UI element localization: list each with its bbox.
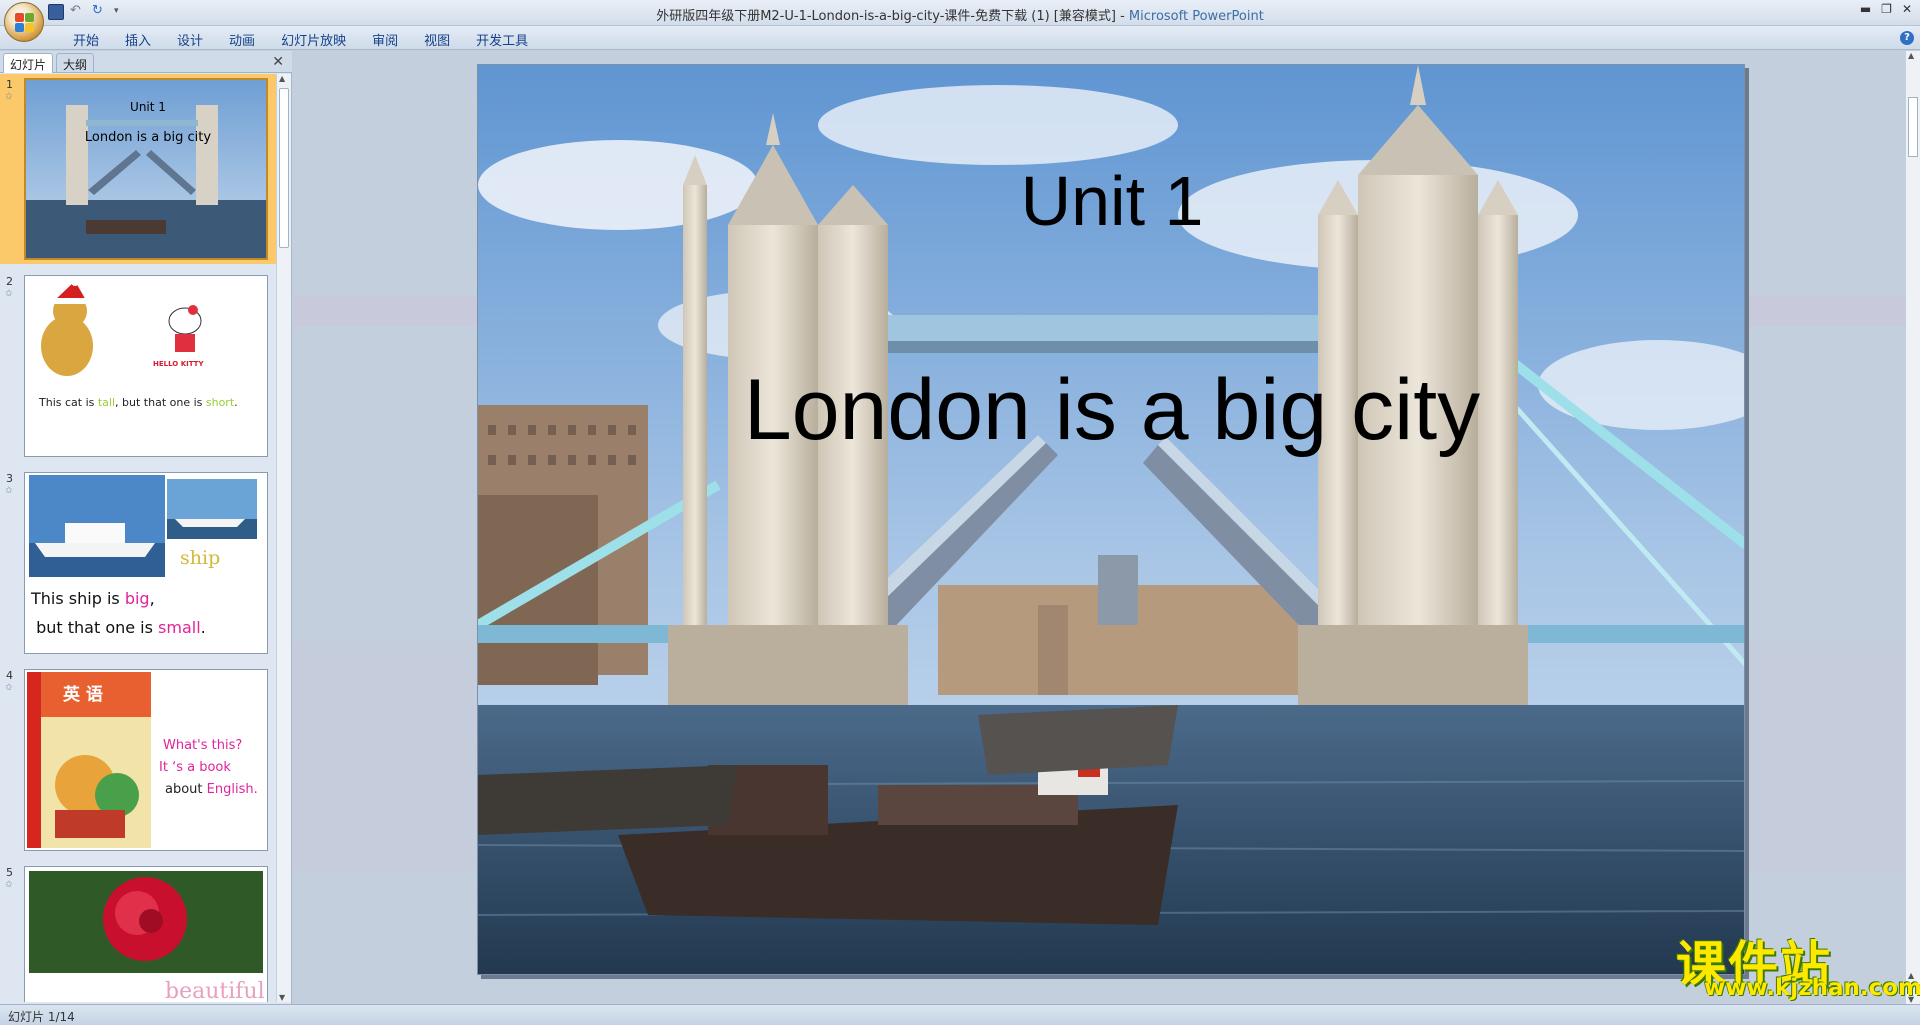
restore-icon[interactable]: ❐ [1881, 2, 1892, 16]
slide-counter: 幻灯片 1/14 [8, 1010, 75, 1024]
caption-part: about [165, 782, 207, 797]
caption-part: , [149, 589, 155, 608]
ribbon-tab-bar: 开始 插入 设计 动画 幻灯片放映 审阅 视图 开发工具 ? [0, 26, 1920, 50]
caption-part: . [200, 618, 206, 637]
current-slide[interactable]: Unit 1 London is a big city [477, 64, 1745, 975]
cat-illustration [41, 278, 202, 376]
thumb-caption: This cat is tall, but that one is short. [39, 396, 238, 409]
slide-number: 4 [6, 669, 13, 682]
scroll-up-icon[interactable]: ▲ [1908, 51, 1914, 60]
document-name: 外研版四年级下册M2-U-1-London-is-a-big-city-课件-免… [656, 9, 1116, 24]
slide-number: 3 [6, 472, 13, 485]
tab-home[interactable]: 开始 [60, 30, 112, 49]
thumb-word-ship: ship [180, 547, 221, 569]
slide-number: 5 [6, 866, 13, 879]
caption-word-short: short [205, 396, 235, 409]
slide-thumbnail-list: 1 ✩ Unit 1 London is a big city 2 ✩ HELL… [0, 74, 276, 1002]
tab-slides[interactable]: 幻灯片 [3, 53, 54, 73]
window-title: 外研版四年级下册M2-U-1-London-is-a-big-city-课件-免… [0, 5, 1920, 24]
thumbnail-canvas: beautiful [24, 866, 268, 1002]
thumbnail-canvas: HELLO KITTY This cat is tall, but that o… [24, 275, 268, 457]
close-icon[interactable]: ✕ [1902, 2, 1912, 16]
slide-editing-area: Unit 1 London is a big city [293, 51, 1905, 1004]
thumbnail-scrollbar[interactable]: ▲ ▼ [276, 74, 291, 1002]
ribbon-tabs: 开始 插入 设计 动画 幻灯片放映 审阅 视图 开发工具 [60, 30, 541, 49]
scroll-thumb[interactable] [1908, 97, 1918, 157]
caption-part: This cat is [39, 396, 98, 409]
watermark-url: www.kjzhan.com [1704, 975, 1920, 1001]
thumb-title: Unit 1 [130, 100, 166, 114]
kjzhan-watermark: 课件站 www.kjzhan.com [1668, 925, 1920, 1001]
thumb-answer-2: about English. [165, 782, 258, 797]
slide-subtitle[interactable]: London is a big city [478, 361, 1744, 460]
slide-number: 1 [6, 78, 13, 91]
caption-word-small: small [158, 618, 201, 637]
thumb-line-2: but that one is small. [31, 618, 206, 637]
caption-word-big: big [124, 589, 150, 608]
rose-image [29, 871, 263, 973]
help-icon[interactable]: ? [1900, 31, 1914, 45]
thumbnail-canvas: Unit 1 London is a big city [24, 78, 268, 260]
slide-thumbnail-2[interactable]: 2 ✩ HELLO KITTY This cat is tall, but th… [0, 271, 276, 461]
scroll-thumb[interactable] [279, 88, 289, 248]
slides-panel: 幻灯片 大纲 ✕ 1 ✩ Unit 1 London is a big city… [0, 51, 292, 1004]
scroll-down-icon[interactable]: ▼ [279, 993, 285, 1002]
caption-part: but that one is [31, 618, 159, 637]
thumb-word: beautiful [165, 979, 265, 1002]
thumb-line-1: This ship is big, [31, 589, 155, 608]
thumbnail-canvas: ship This ship is big, but that one is s… [24, 472, 268, 654]
title-bar: ↶ ↻ ▾ 外研版四年级下册M2-U-1-London-is-a-big-cit… [0, 0, 1920, 42]
tab-view[interactable]: 视图 [411, 30, 463, 49]
thumb-answer-1: It ‘s a book [159, 760, 231, 775]
hello-kitty-label: HELLO KITTY [153, 360, 204, 368]
caption-part: This ship is [31, 589, 125, 608]
thumb-subtitle: London is a big city [84, 130, 212, 145]
slide-number: 2 [6, 275, 13, 288]
thumb-question: What's this? [163, 738, 243, 753]
slide-thumbnail-4[interactable]: 4 ✩ 英 语 What's this? It ‘s a book about … [0, 665, 276, 855]
ship-images [29, 475, 257, 577]
slide-thumbnail-5[interactable]: 5 ✩ beautiful [0, 862, 276, 1002]
tab-outline[interactable]: 大纲 [56, 53, 95, 73]
caption-part: , but that one is [115, 396, 206, 409]
animation-star-icon: ✩ [5, 683, 13, 693]
caption-word-tall: tall [97, 396, 116, 409]
thumbnail-canvas: 英 语 What's this? It ‘s a book about Engl… [24, 669, 268, 851]
office-logo-part [15, 23, 24, 32]
office-logo-icon [15, 13, 24, 22]
office-button[interactable] [4, 2, 44, 42]
slide-title[interactable]: Unit 1 [478, 161, 1744, 241]
office-logo-part [25, 13, 34, 22]
minimize-icon[interactable]: ▬ [1860, 2, 1871, 16]
book-title: 英 语 [63, 685, 103, 705]
editor-scrollbar[interactable]: ▲ ▲ ▼ ▼ [1905, 51, 1920, 1004]
tab-design[interactable]: 设计 [164, 30, 216, 49]
tab-review[interactable]: 审阅 [359, 30, 411, 49]
tab-developer[interactable]: 开发工具 [463, 30, 541, 49]
title-separator: - [1115, 9, 1129, 24]
tab-slideshow[interactable]: 幻灯片放映 [268, 30, 359, 49]
animation-star-icon: ✩ [5, 880, 13, 890]
application-name: Microsoft PowerPoint [1128, 9, 1264, 24]
status-bar: 幻灯片 1/14 [0, 1004, 1920, 1025]
panel-close-icon[interactable]: ✕ [272, 54, 284, 70]
panel-tab-strip: 幻灯片 大纲 ✕ [0, 51, 292, 73]
office-logo-part [25, 23, 34, 32]
caption-word-english: English. [206, 782, 258, 797]
animation-star-icon: ✩ [5, 92, 13, 102]
tab-animations[interactable]: 动画 [216, 30, 268, 49]
animation-star-icon: ✩ [5, 289, 13, 299]
caption-part: . [234, 396, 238, 409]
slide-thumbnail-1[interactable]: 1 ✩ Unit 1 London is a big city [0, 74, 276, 264]
slide-thumbnail-3[interactable]: 3 ✩ ship This ship is big, but that one … [0, 468, 276, 658]
window-controls: ▬ ❐ ✕ [1860, 2, 1912, 16]
tab-insert[interactable]: 插入 [112, 30, 164, 49]
animation-star-icon: ✩ [5, 486, 13, 496]
scroll-up-icon[interactable]: ▲ [279, 74, 285, 83]
